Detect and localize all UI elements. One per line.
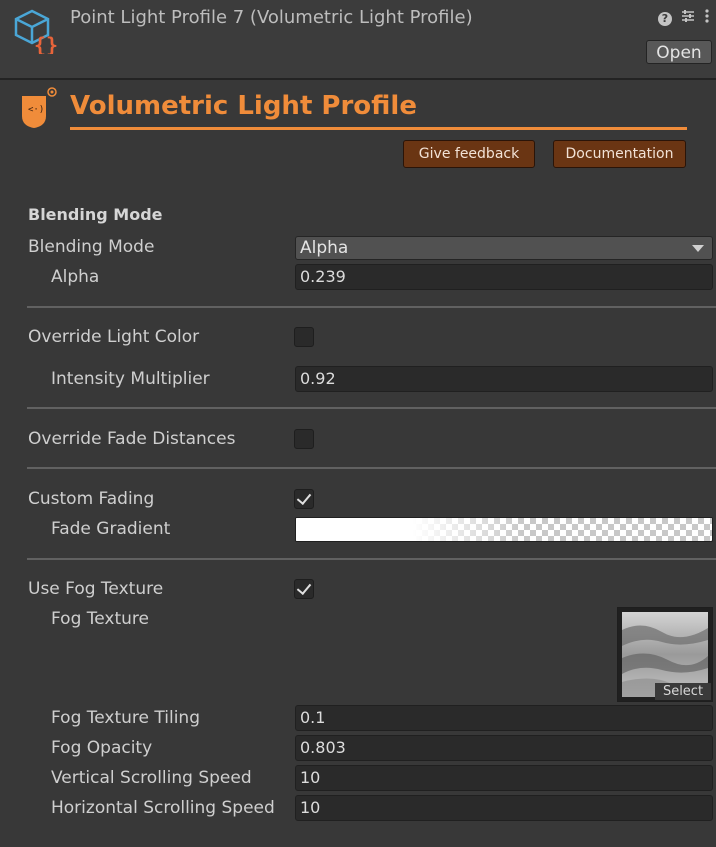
fog-texture-slot[interactable]: Select xyxy=(617,607,713,702)
preset-icon[interactable] xyxy=(680,8,696,29)
vertical-scrolling-speed-label: Vertical Scrolling Speed xyxy=(51,768,252,788)
title-underline xyxy=(70,127,687,130)
documentation-button[interactable]: Documentation xyxy=(553,140,686,168)
horizontal-scrolling-speed-field[interactable]: 10 xyxy=(295,795,713,821)
override-light-color-label: Override Light Color xyxy=(28,327,200,347)
inspector-header: {} Point Light Profile 7 (Volumetric Lig… xyxy=(0,0,716,80)
horizontal-scrolling-speed-label: Horizontal Scrolling Speed xyxy=(51,798,275,818)
fog-opacity-field[interactable]: 0.803 xyxy=(295,735,713,761)
use-fog-texture-checkbox[interactable] xyxy=(294,579,314,599)
kebab-menu-icon[interactable] xyxy=(704,8,710,29)
use-fog-texture-label: Use Fog Texture xyxy=(28,579,164,599)
vertical-scrolling-speed-field[interactable]: 10 xyxy=(295,765,713,791)
intensity-multiplier-label: Intensity Multiplier xyxy=(51,369,210,389)
product-logo-icon: <·) xyxy=(22,87,57,128)
give-feedback-button[interactable]: Give feedback xyxy=(403,140,535,168)
fade-gradient-label: Fade Gradient xyxy=(51,519,171,539)
checkmark-icon xyxy=(296,579,312,596)
profile-title: Volumetric Light Profile xyxy=(70,91,417,121)
window-title: Point Light Profile 7 (Volumetric Light … xyxy=(70,7,473,28)
fog-opacity-label: Fog Opacity xyxy=(51,738,153,758)
separator xyxy=(27,558,716,560)
blending-mode-value: Alpha xyxy=(300,238,349,258)
svg-text:{}: {} xyxy=(34,33,58,54)
override-fade-distances-label: Override Fade Distances xyxy=(28,429,236,449)
gradient-fill xyxy=(296,518,712,541)
blending-mode-dropdown[interactable]: Alpha xyxy=(295,236,713,260)
checkmark-icon xyxy=(296,489,312,506)
chevron-down-icon xyxy=(692,245,704,252)
blending-section-header: Blending Mode xyxy=(28,205,163,224)
fade-gradient-field[interactable] xyxy=(295,517,713,542)
intensity-multiplier-field[interactable]: 0.92 xyxy=(295,366,713,392)
custom-fading-checkbox[interactable] xyxy=(294,489,314,509)
open-button[interactable]: Open xyxy=(646,40,712,64)
separator xyxy=(27,306,716,308)
alpha-label: Alpha xyxy=(51,267,100,287)
override-light-color-checkbox[interactable] xyxy=(294,327,314,347)
alpha-field[interactable]: 0.239 xyxy=(295,264,713,290)
separator xyxy=(27,467,716,469)
header-icons: ? xyxy=(658,8,710,29)
help-icon[interactable]: ? xyxy=(658,11,672,26)
blending-mode-label: Blending Mode xyxy=(28,237,155,257)
fog-texture-tiling-label: Fog Texture Tiling xyxy=(51,708,200,728)
separator xyxy=(27,407,716,409)
fog-texture-label: Fog Texture xyxy=(51,609,149,629)
fog-texture-tiling-field[interactable]: 0.1 xyxy=(295,705,713,731)
scriptable-object-icon: {} xyxy=(14,9,58,54)
svg-text:<·): <·) xyxy=(28,105,44,115)
texture-select-button[interactable]: Select xyxy=(655,683,711,700)
custom-fading-label: Custom Fading xyxy=(28,489,155,509)
override-fade-distances-checkbox[interactable] xyxy=(294,429,314,449)
